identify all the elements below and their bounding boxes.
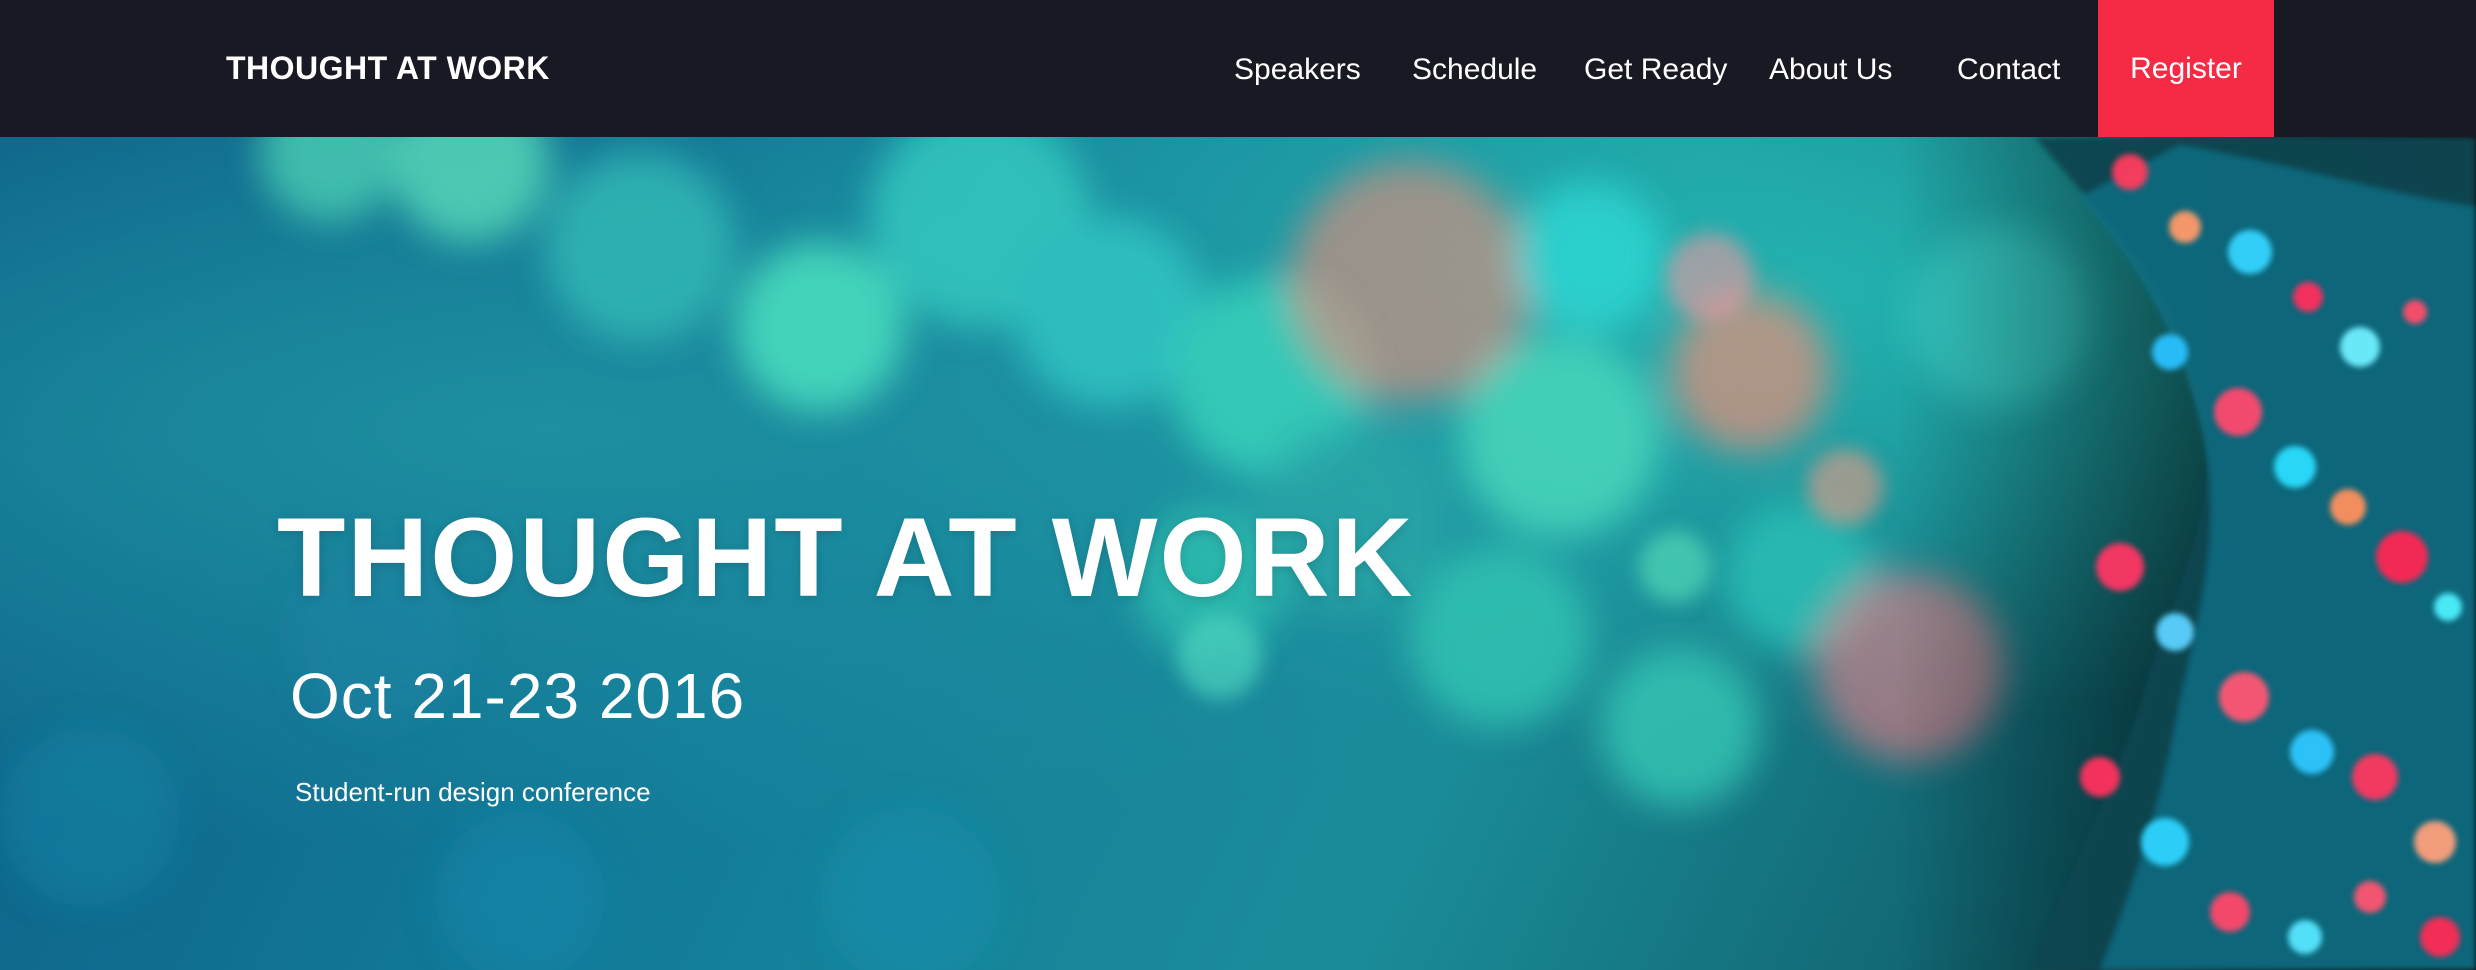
nav-link-contact[interactable]: Contact [1957,55,2060,85]
register-button[interactable]: Register [2098,0,2274,137]
nav-link-speakers[interactable]: Speakers [1234,55,1361,85]
nav-link-about-us[interactable]: About Us [1769,55,1892,85]
nav-link-schedule[interactable]: Schedule [1412,55,1537,85]
event-tagline: Student-run design conference [295,777,651,807]
nav-link-get-ready[interactable]: Get Ready [1584,55,1727,85]
hero-banner: THOUGHT AT WORK Oct 21-23 2016 Student-r… [0,137,2476,970]
event-date: Oct 21-23 2016 [290,660,746,732]
hero-title: THOUGHT AT WORK [277,495,1415,620]
brand-logo-link[interactable]: THOUGHT AT WORK [226,52,550,84]
top-navbar: THOUGHT AT WORK Speakers Schedule Get Re… [0,0,2476,137]
